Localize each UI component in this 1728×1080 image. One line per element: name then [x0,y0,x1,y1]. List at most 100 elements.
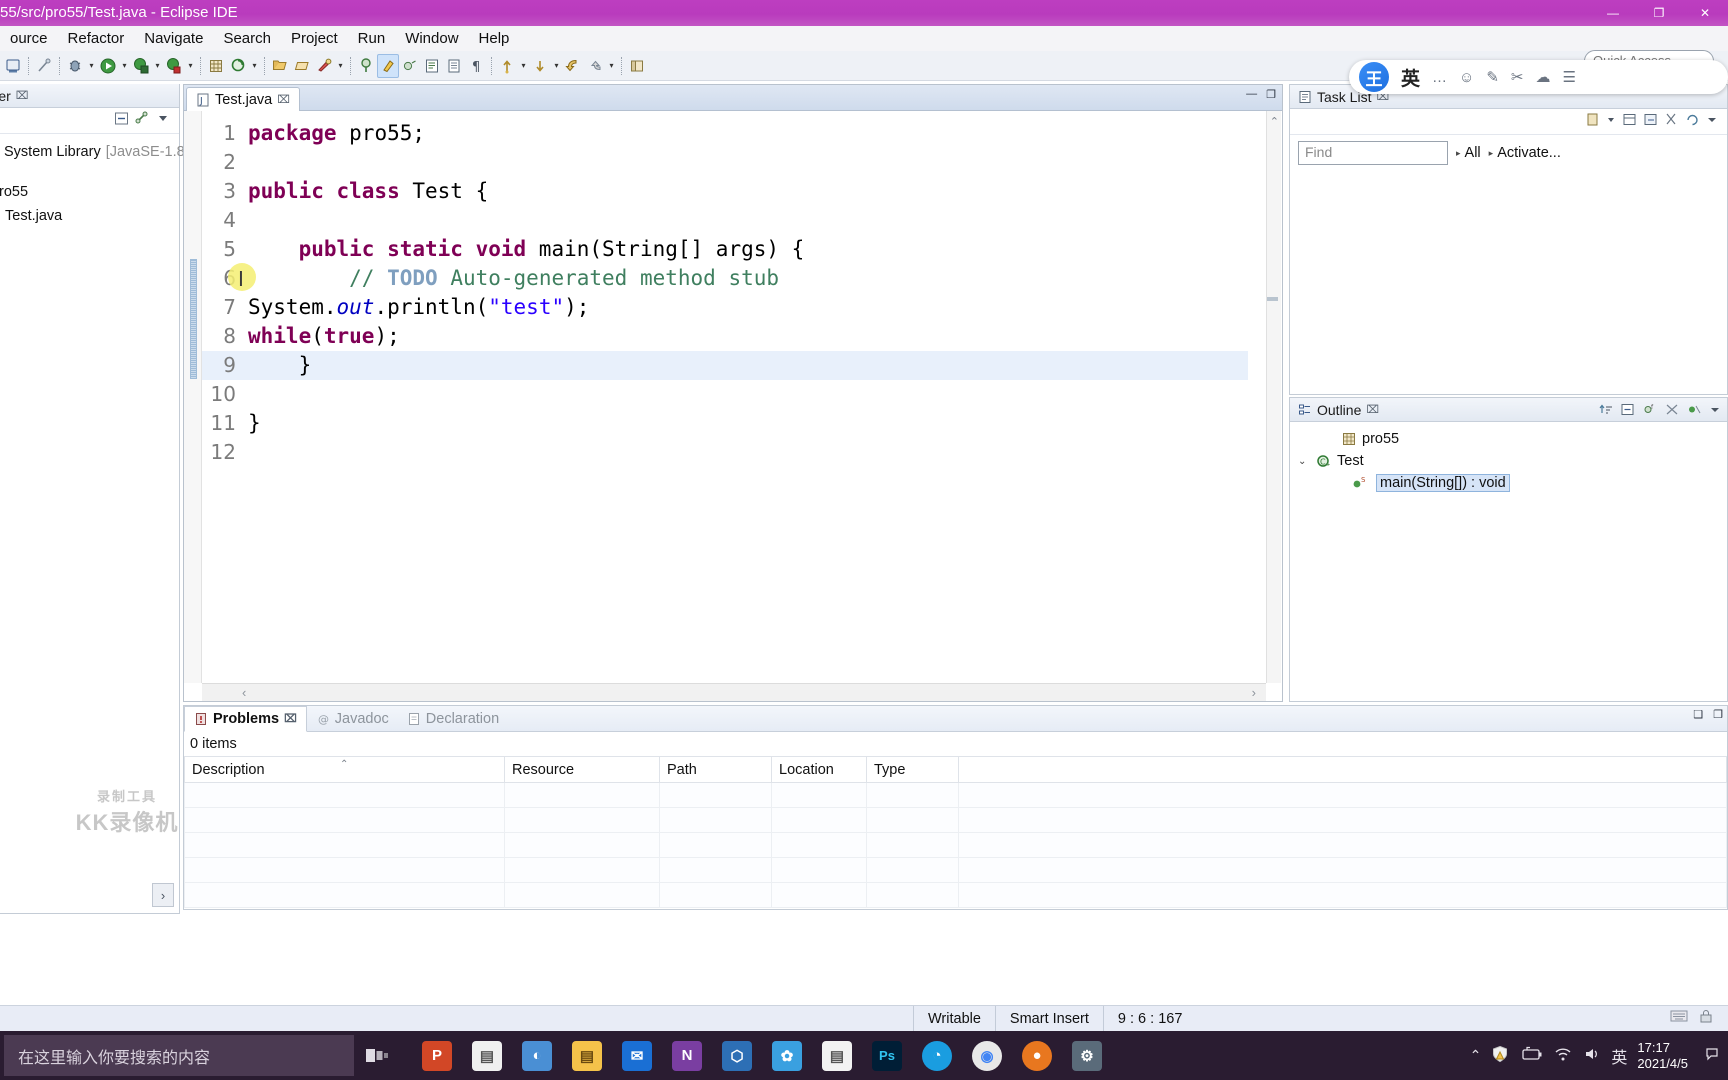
annotation-gutter[interactable] [184,111,202,683]
tree-item-system-library[interactable]: System Library [JavaSE-1.8] [0,140,189,164]
search-dropdown-icon[interactable]: ▾ [249,54,260,78]
maximize-icon[interactable]: ❐ [1713,708,1723,721]
next-annotation-dropdown-icon[interactable]: ▾ [551,54,562,78]
close-icon[interactable]: ⌧ [277,93,290,106]
back-icon[interactable] [562,54,584,78]
tab-problems[interactable]: Problems ⌧ [184,705,307,732]
outline-item-test[interactable]: ⌄ C Test [1290,450,1727,472]
close-icon[interactable]: ⌧ [16,89,29,102]
close-icon[interactable]: ⌧ [284,712,297,725]
synchronize-icon[interactable] [1685,112,1700,132]
code-line[interactable]: 12 [202,438,1248,467]
code-line[interactable]: 5 public static void main(String[] args)… [202,235,1248,264]
show-whitespace-icon[interactable] [421,54,443,78]
menu-item-source[interactable]: ource [0,26,58,51]
taskbar-app-photoshop[interactable]: Ps [864,1033,910,1079]
hide-fields-icon[interactable]: f [1643,403,1657,419]
taskbar-search-input[interactable]: 在这里输入你要搜索的内容 [4,1035,354,1076]
overview-ruler[interactable]: ⌃ [1266,111,1281,683]
link-with-editor-icon[interactable] [135,111,150,131]
outline-item-pro55[interactable]: pro55 [1290,428,1727,450]
scroll-right-icon[interactable]: › [1252,685,1256,700]
categorize-icon[interactable] [1622,112,1637,132]
tab-javadoc[interactable]: @ Javadoc [307,706,398,732]
code-area[interactable]: ⌃ 1 package pro55; 2 3 public class Test {4 5… [184,111,1282,701]
maximize-button[interactable]: ❐ [1636,0,1682,26]
document-outline-icon[interactable] [443,54,465,78]
collapse-all-icon[interactable] [1621,403,1635,419]
run-external-tools-icon[interactable] [130,54,152,78]
taskbar-app-firefox[interactable]: ● [1014,1033,1060,1079]
taskbar-app-settings[interactable]: ⚙ [1064,1033,1110,1079]
taskbar-app-mail[interactable]: ✉ [614,1033,660,1079]
tab-outline[interactable]: Outline ⌧ [1290,398,1387,422]
cut-icon[interactable] [1664,112,1679,132]
menu-item-search[interactable]: Search [213,26,281,51]
close-button[interactable]: ✕ [1682,0,1728,26]
run-configurations-icon[interactable] [163,54,185,78]
ime-more-icon[interactable]: … [1432,69,1447,86]
speaker-icon[interactable] [1583,1046,1601,1065]
sort-icon[interactable] [1599,403,1613,419]
ime-logo-icon[interactable]: 王 [1359,62,1389,92]
package-explorer-scroll-right-button[interactable]: › [152,883,174,907]
menu-item-navigate[interactable]: Navigate [134,26,213,51]
editor-tab-test-java[interactable]: J Test.java ⌧ [186,87,300,111]
column-header-type[interactable]: Type [866,756,959,783]
menu-item-refactor[interactable]: Refactor [58,26,135,51]
pilcrow-icon[interactable]: ¶ [465,54,487,78]
chevron-down-icon[interactable]: ⌄ [1298,456,1310,467]
minimize-icon[interactable]: — [1246,88,1257,101]
run-config-dropdown-icon[interactable]: ▾ [185,54,196,78]
code-line[interactable]: 7 System.out.println("test"); [202,293,1248,322]
menu-item-help[interactable]: Help [469,26,520,51]
hide-nonpublic-icon[interactable] [1687,403,1701,419]
column-header-resource[interactable]: Resource [504,756,660,783]
code-line[interactable]: 2 [202,148,1248,177]
next-annotation-icon[interactable] [529,54,551,78]
tree-item-test-java[interactable]: J Test.java [0,204,179,228]
code-line[interactable]: 9 } [202,351,1248,380]
taskbar-app-vscode[interactable]: ⬡ [714,1033,760,1079]
new-task-icon[interactable] [1585,112,1600,132]
menu-item-window[interactable]: Window [395,26,468,51]
defender-warning-icon[interactable] [1491,1045,1509,1066]
menu-item-project[interactable]: Project [281,26,348,51]
forward-icon[interactable] [584,54,606,78]
task-view-icon[interactable] [354,1033,400,1079]
taskbar-app-onenote[interactable]: N [664,1033,710,1079]
taskbar-app-photos[interactable]: ✿ [764,1033,810,1079]
ime-screenshot-icon[interactable]: ✂ [1511,68,1524,86]
close-icon[interactable]: ⌧ [1366,403,1379,416]
run-icon[interactable] [97,54,119,78]
taskbar-app-edge[interactable]: ◔ [914,1033,960,1079]
view-menu-icon[interactable] [1706,112,1719,132]
ime-handwriting-icon[interactable]: ✎ [1486,68,1499,86]
search-icon[interactable] [227,54,249,78]
taskbar-app-word[interactable]: ▤ [814,1033,860,1079]
column-header-description[interactable]: Description ⌃ [184,756,505,783]
code-lines[interactable]: 1 package pro55; 2 3 public class Test {4 5 p… [202,119,1248,683]
taskbar-app-browser-alt[interactable]: ◐ [514,1033,560,1079]
open-perspective-icon[interactable] [626,54,648,78]
code-line[interactable]: 1 package pro55; [202,119,1248,148]
forward-dropdown-icon[interactable]: ▾ [606,54,617,78]
taskbar-clock[interactable]: 17:17 2021/4/5 [1637,1040,1694,1072]
code-line[interactable]: 11} [202,409,1248,438]
maximize-icon[interactable]: ❐ [1266,88,1276,101]
scroll-left-icon[interactable]: ‹ [242,685,246,700]
external-tools-dropdown-icon[interactable]: ▾ [152,54,163,78]
show-hidden-icons[interactable]: ⌃ [1470,1047,1482,1064]
view-menu-icon[interactable] [156,111,171,131]
search-input[interactable]: Find [1298,141,1448,165]
tree-item-pro55[interactable]: ro55 [0,180,179,204]
editor-horizontal-scrollbar[interactable]: ‹ › [202,683,1266,701]
minimize-button[interactable]: — [1590,0,1636,26]
taskbar-app-powerpoint[interactable]: P [414,1033,460,1079]
save-icon[interactable] [33,54,55,78]
taskbar-app-notepad[interactable]: ▤ [464,1033,510,1079]
column-header-location[interactable]: Location [771,756,867,783]
ime-emoji-icon[interactable]: ☺ [1459,69,1474,86]
debug-icon[interactable] [64,54,86,78]
toggle-mark-occurrences-icon[interactable] [355,54,377,78]
